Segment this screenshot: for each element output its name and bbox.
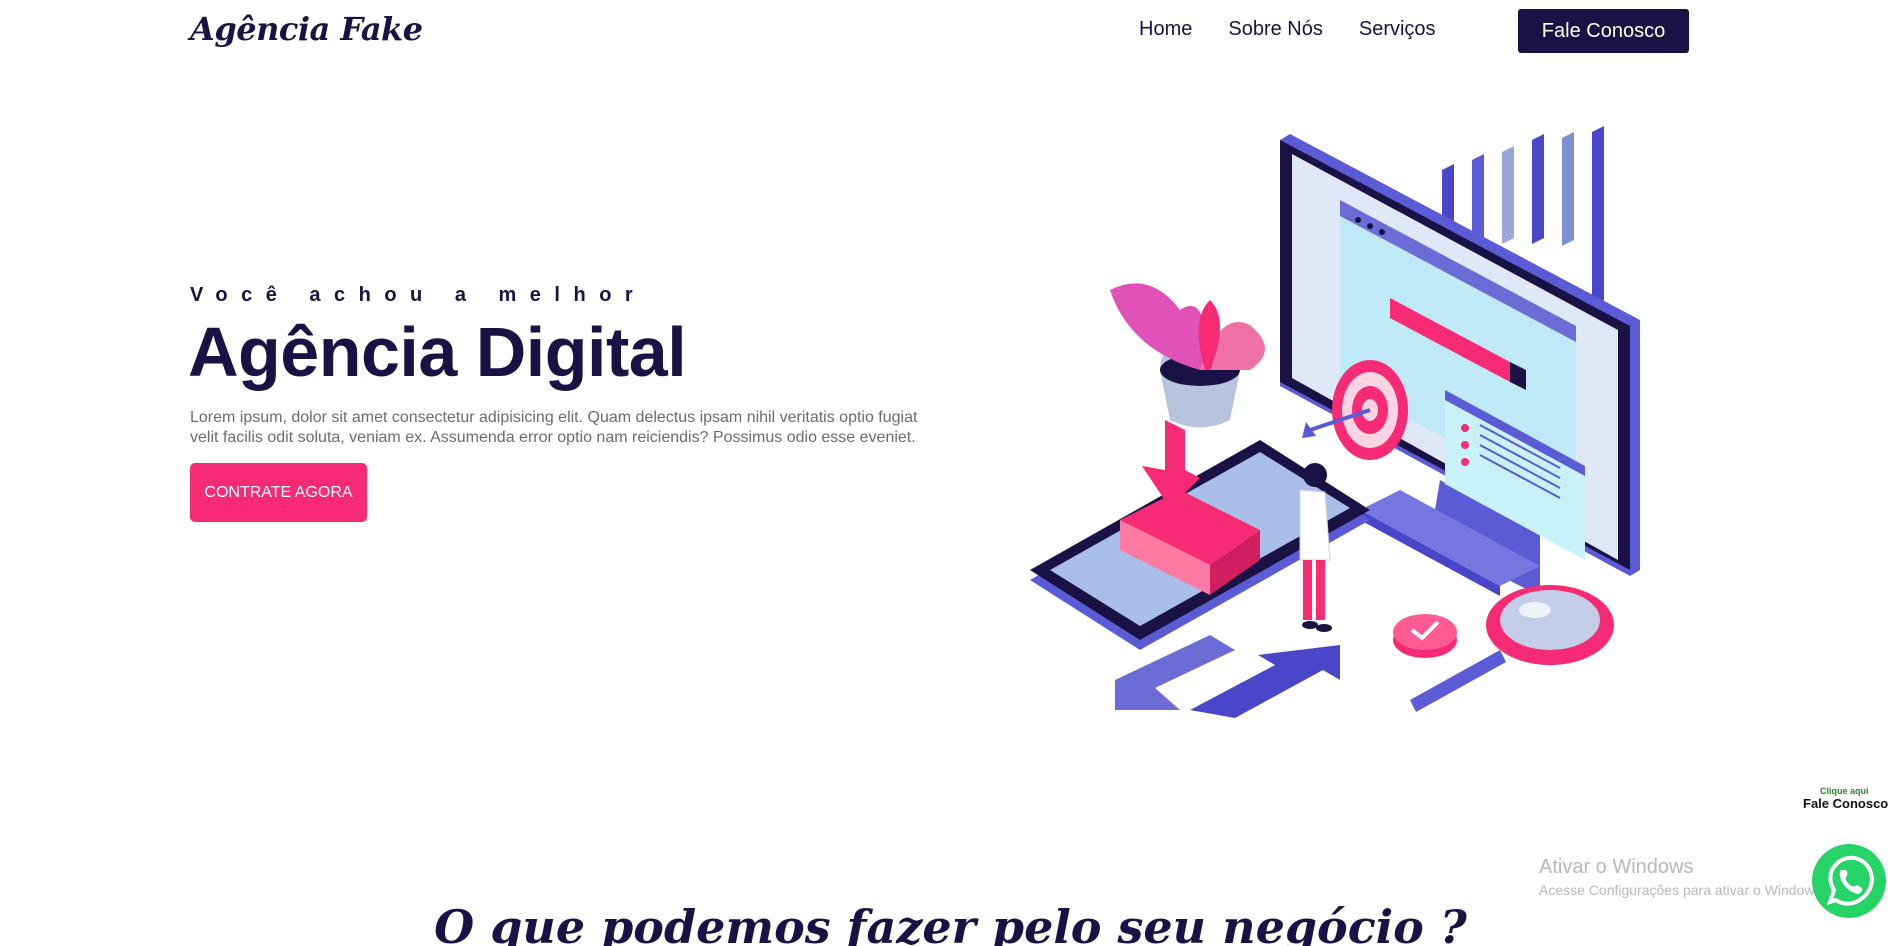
- hero-eyebrow: Você achou a melhor: [190, 284, 647, 306]
- whatsapp-icon[interactable]: [1810, 842, 1888, 920]
- plant-graphic: [1110, 283, 1265, 428]
- nav-servicos[interactable]: Serviços: [1359, 18, 1436, 41]
- fale-conosco-button[interactable]: Fale Conosco: [1518, 9, 1689, 53]
- nav-home[interactable]: Home: [1139, 18, 1192, 41]
- services-section-title: O que podemos fazer pelo seu negócio ?: [434, 900, 1467, 946]
- exchange-arrows-graphic: [1115, 635, 1340, 718]
- whatsapp-label[interactable]: Fale Conosco: [1803, 796, 1888, 811]
- main-nav: Home Sobre Nós Serviços: [1139, 18, 1436, 41]
- windows-activation-title: Ativar o Windows: [1539, 856, 1694, 878]
- whatsapp-hint: Clique aqui: [1820, 786, 1869, 796]
- site-header: Agência Fake Home Sobre Nós Serviços Fal…: [0, 0, 1901, 66]
- logo[interactable]: Agência Fake: [190, 10, 423, 48]
- windows-activation-subtitle: Acesse Configurações para ativar o Windo…: [1539, 882, 1826, 898]
- contrate-agora-button[interactable]: CONTRATE AGORA: [190, 463, 367, 522]
- hero-description: Lorem ipsum, dolor sit amet consectetur …: [190, 409, 918, 446]
- check-badge-graphic: [1393, 614, 1457, 658]
- nav-sobre-nos[interactable]: Sobre Nós: [1228, 18, 1323, 41]
- hero-title: Agência Digital: [188, 313, 687, 391]
- hero-illustration: [1030, 126, 1640, 718]
